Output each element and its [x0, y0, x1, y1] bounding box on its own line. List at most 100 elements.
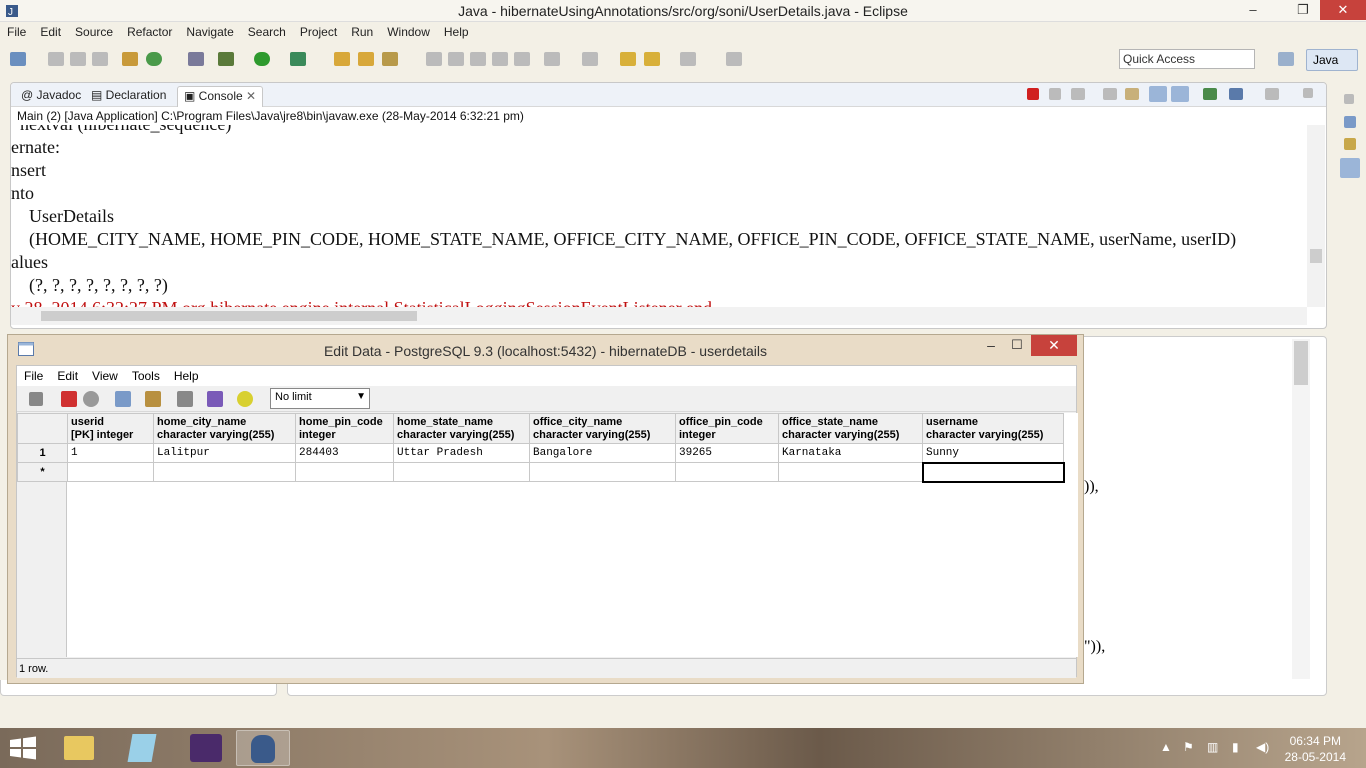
annotation-icon[interactable] [426, 52, 442, 66]
display-console-icon[interactable] [1229, 88, 1243, 100]
new-row[interactable]: * [17, 461, 1065, 483]
new-cell-home-pin-code[interactable] [295, 462, 394, 482]
volume-icon[interactable]: ◀) [1256, 740, 1269, 754]
filter-icon[interactable] [207, 391, 223, 407]
row-number[interactable]: 1 [17, 443, 68, 463]
menu-run[interactable]: Run [344, 22, 380, 39]
windows-start-icon[interactable] [8, 736, 38, 760]
open-folder-icon[interactable] [358, 52, 374, 66]
eclipse-titlebar[interactable]: J Java - hibernateUsingAnnotations/src/o… [0, 0, 1366, 22]
column-header-office-city-name[interactable]: office_city_name character varying(255) [529, 413, 676, 444]
javadoc-icon[interactable] [1344, 116, 1356, 128]
tab-console[interactable]: ▣ Console ✕ [177, 86, 264, 107]
menu-search[interactable]: Search [241, 22, 293, 39]
package-icon[interactable] [122, 52, 138, 66]
table-row[interactable]: 1 1 Lalitpur 284403 Uttar Pradesh Bangal… [17, 443, 1064, 463]
save-icon[interactable] [48, 52, 64, 66]
maximize-button[interactable]: ☐ [1007, 337, 1027, 353]
row-limit-select[interactable]: No limit ▼ [270, 388, 370, 409]
cell-office-pin-code[interactable]: 39265 [675, 443, 779, 463]
pen-icon[interactable] [448, 52, 464, 66]
pin-editor-icon[interactable] [726, 52, 742, 66]
console-icon[interactable] [1340, 158, 1360, 178]
menu-view[interactable]: View [85, 366, 125, 383]
menu-file[interactable]: File [0, 22, 33, 39]
menu-edit[interactable]: Edit [33, 22, 68, 39]
tab-javadoc[interactable]: @ Javadoc [15, 86, 87, 107]
cell-username[interactable]: Sunny [922, 443, 1064, 463]
last-edit-icon[interactable] [620, 52, 636, 66]
corner-cell[interactable] [17, 413, 68, 444]
new-icon[interactable] [10, 52, 26, 66]
print-icon[interactable] [92, 52, 108, 66]
close-button[interactable]: ✕ [1320, 0, 1366, 20]
scroll-lock-icon[interactable] [1125, 88, 1139, 100]
cell-home-state-name[interactable]: Uttar Pradesh [393, 443, 530, 463]
battery-icon[interactable]: ▮ [1232, 740, 1239, 754]
console-vertical-scrollbar[interactable] [1307, 125, 1325, 307]
terminate-icon[interactable] [1027, 88, 1039, 100]
forward-icon[interactable] [680, 52, 696, 66]
menu-project[interactable]: Project [293, 22, 344, 39]
help-icon[interactable] [237, 391, 253, 407]
open-perspective-icon[interactable] [1278, 52, 1294, 66]
pin-console-icon[interactable] [1203, 88, 1217, 100]
restore-view-icon[interactable] [1344, 94, 1354, 104]
column-header-office-pin-code[interactable]: office_pin_code integer [675, 413, 779, 444]
column-header-home-state-name[interactable]: home_state_name character varying(255) [393, 413, 530, 444]
cell-office-city-name[interactable]: Bangalore [529, 443, 676, 463]
menu-help[interactable]: Help [437, 22, 476, 39]
new-cell-office-state-name[interactable] [778, 462, 923, 482]
new-cell-username[interactable] [921, 461, 1065, 483]
column-header-office-state-name[interactable]: office_state_name character varying(255) [778, 413, 923, 444]
remove-launch-icon[interactable] [1049, 88, 1061, 100]
close-tab-icon[interactable]: ✕ [246, 89, 256, 103]
scroll-thumb[interactable] [1294, 341, 1308, 385]
java-perspective-button[interactable]: Java [1306, 49, 1358, 71]
menu-file[interactable]: File [17, 366, 50, 383]
copy-icon[interactable] [115, 391, 131, 407]
new-cell-home-state-name[interactable] [393, 462, 530, 482]
undo-icon[interactable] [83, 391, 99, 407]
scroll-thumb[interactable] [1310, 249, 1322, 263]
remove-all-icon[interactable] [1071, 88, 1085, 100]
close-button[interactable]: ✕ [1031, 335, 1077, 356]
network-icon[interactable]: ▥ [1207, 740, 1218, 754]
show-stderr-icon[interactable] [1171, 86, 1189, 102]
new-cell-office-pin-code[interactable] [675, 462, 779, 482]
new-cell-office-city-name[interactable] [529, 462, 676, 482]
system-clock[interactable]: 06:34 PM 28-05-2014 [1285, 733, 1346, 765]
new-row-marker[interactable]: * [17, 462, 68, 482]
next-annotation-icon[interactable] [544, 52, 560, 66]
minimize-view-icon[interactable] [1303, 88, 1313, 98]
taskbar-java-ee-ide[interactable] [180, 730, 234, 766]
new-cell-home-city-name[interactable] [153, 462, 296, 482]
cell-userid[interactable]: 1 [67, 443, 154, 463]
cell-home-pin-code[interactable]: 284403 [295, 443, 394, 463]
save-all-icon[interactable] [70, 52, 86, 66]
column-header-home-pin-code[interactable]: home_pin_code integer [295, 413, 394, 444]
open-type-icon[interactable] [334, 52, 350, 66]
edit-data-titlebar[interactable]: Edit Data - PostgreSQL 9.3 (localhost:54… [8, 335, 1083, 365]
scroll-thumb[interactable] [41, 311, 417, 321]
cell-office-state-name[interactable]: Karnataka [778, 443, 923, 463]
console-horizontal-scrollbar[interactable] [11, 307, 1307, 325]
minimize-button[interactable]: – [981, 337, 1001, 353]
taskbar-file-explorer[interactable] [52, 730, 106, 766]
highlight-icon[interactable] [470, 52, 486, 66]
tab-declaration[interactable]: ▤ Declaration [85, 86, 172, 107]
prev-annotation-icon[interactable] [582, 52, 598, 66]
run-icon[interactable] [254, 52, 270, 66]
whitespace-icon[interactable] [514, 52, 530, 66]
data-grid[interactable]: userid [PK] integer home_city_name charact… [17, 413, 1078, 657]
quick-access-input[interactable]: Quick Access [1119, 49, 1255, 69]
column-header-userid[interactable]: userid [PK] integer [67, 413, 154, 444]
delete-icon[interactable] [177, 391, 193, 407]
show-hidden-icons-icon[interactable]: ▲ [1160, 740, 1172, 754]
column-header-username[interactable]: username character varying(255) [922, 413, 1064, 444]
stop-icon[interactable] [29, 392, 43, 406]
column-header-home-city-name[interactable]: home_city_name character varying(255) [153, 413, 296, 444]
search-icon[interactable] [382, 52, 398, 66]
open-console-icon[interactable] [1265, 88, 1279, 100]
menu-window[interactable]: Window [380, 22, 437, 39]
